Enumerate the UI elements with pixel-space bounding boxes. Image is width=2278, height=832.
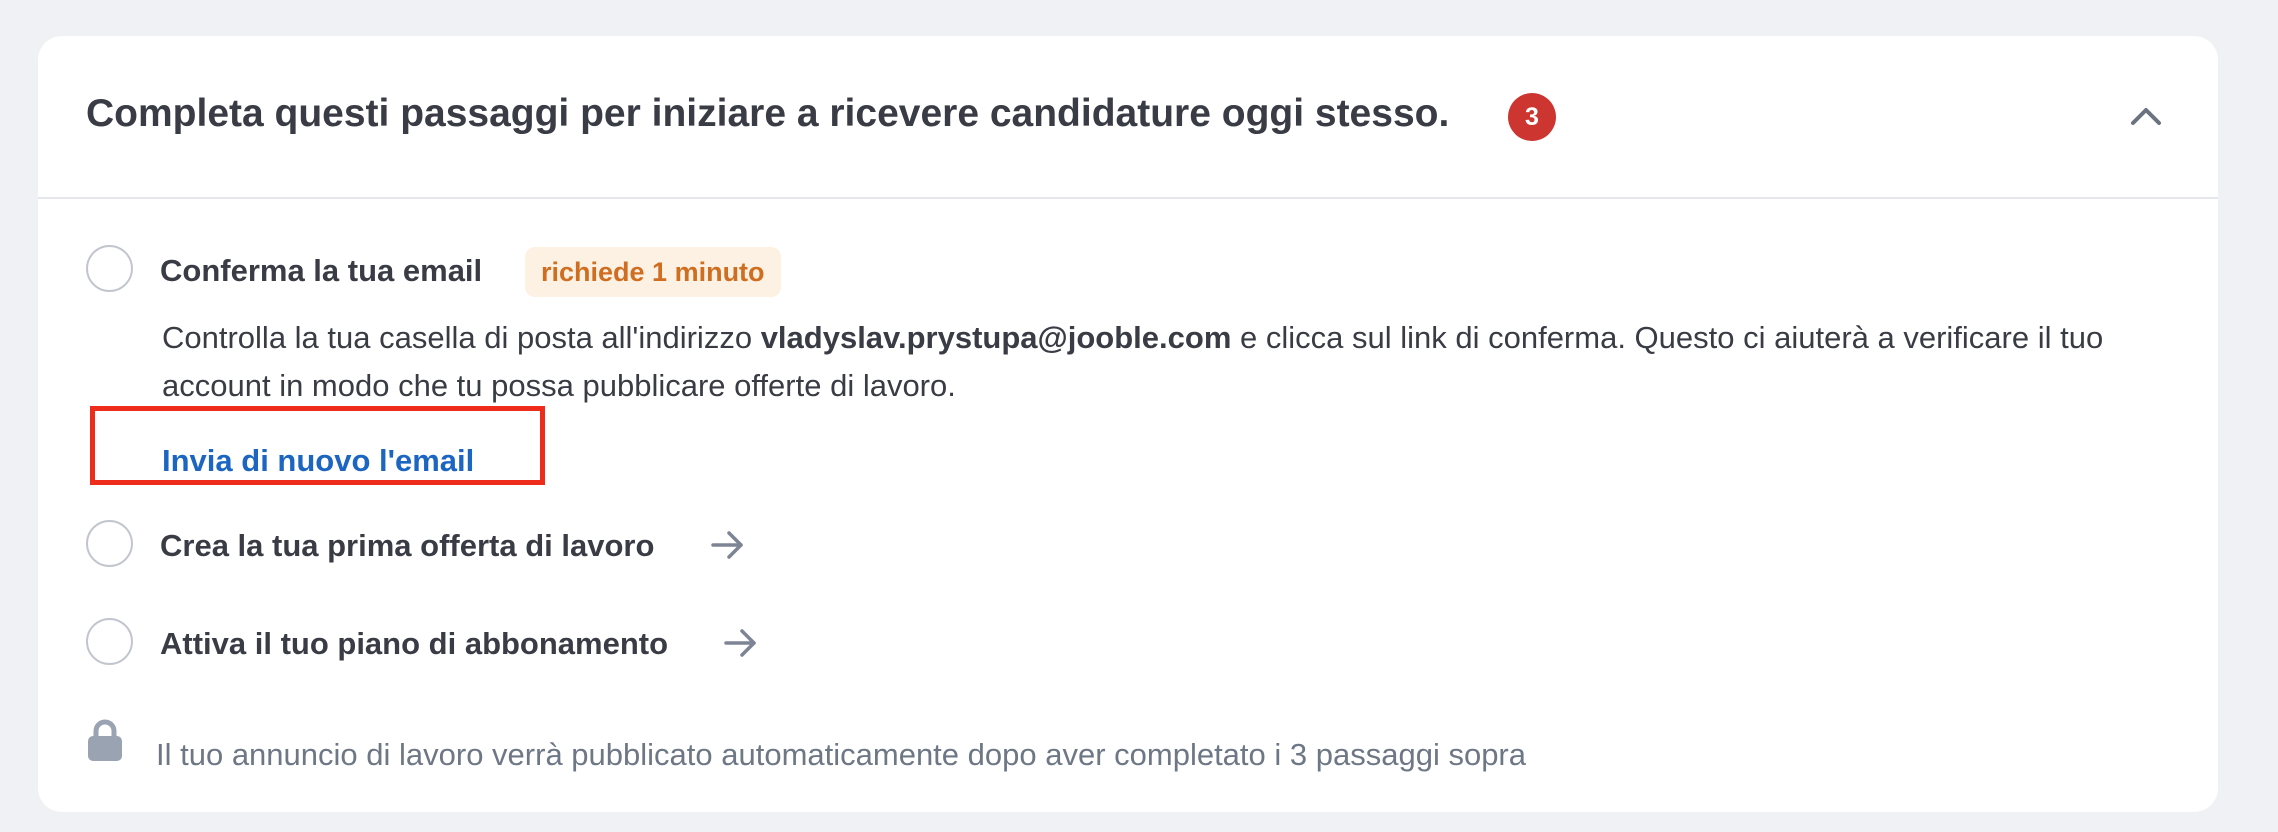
step-checkbox-confirm-email[interactable] <box>86 245 133 292</box>
arrow-right-icon[interactable] <box>708 525 748 565</box>
collapse-toggle-button[interactable] <box>2118 88 2174 144</box>
description-text-before: Controlla la tua casella di posta all'in… <box>162 320 761 355</box>
card-header[interactable]: Completa questi passaggi per iniziare a … <box>38 36 2218 199</box>
step-description-confirm-email: Controlla la tua casella di posta all'in… <box>162 314 2122 410</box>
step-checkbox-create-job[interactable] <box>86 520 133 567</box>
onboarding-card: Completa questi passaggi per iniziare a … <box>38 36 2218 812</box>
header-title: Completa questi passaggi per iniziare a … <box>86 92 1450 135</box>
pending-steps-badge: 3 <box>1508 93 1556 141</box>
step-title-confirm-email: Conferma la tua email <box>160 253 483 288</box>
chevron-up-icon <box>2131 108 2161 125</box>
publish-info-note: Il tuo annuncio di lavoro verrà pubblica… <box>156 737 1526 772</box>
step-checkbox-activate-plan[interactable] <box>86 618 133 665</box>
step-title-create-job[interactable]: Crea la tua prima offerta di lavoro <box>160 528 654 564</box>
user-email: vladyslav.prystupa@jooble.com <box>760 320 1232 355</box>
step-title-activate-plan[interactable]: Attiva il tuo piano di abbonamento <box>160 626 668 662</box>
resend-email-link[interactable]: Invia di nuovo l'email <box>162 443 474 479</box>
lock-icon <box>88 719 122 761</box>
time-estimate-badge: richiede 1 minuto <box>525 247 781 297</box>
arrow-right-icon[interactable] <box>721 623 761 663</box>
